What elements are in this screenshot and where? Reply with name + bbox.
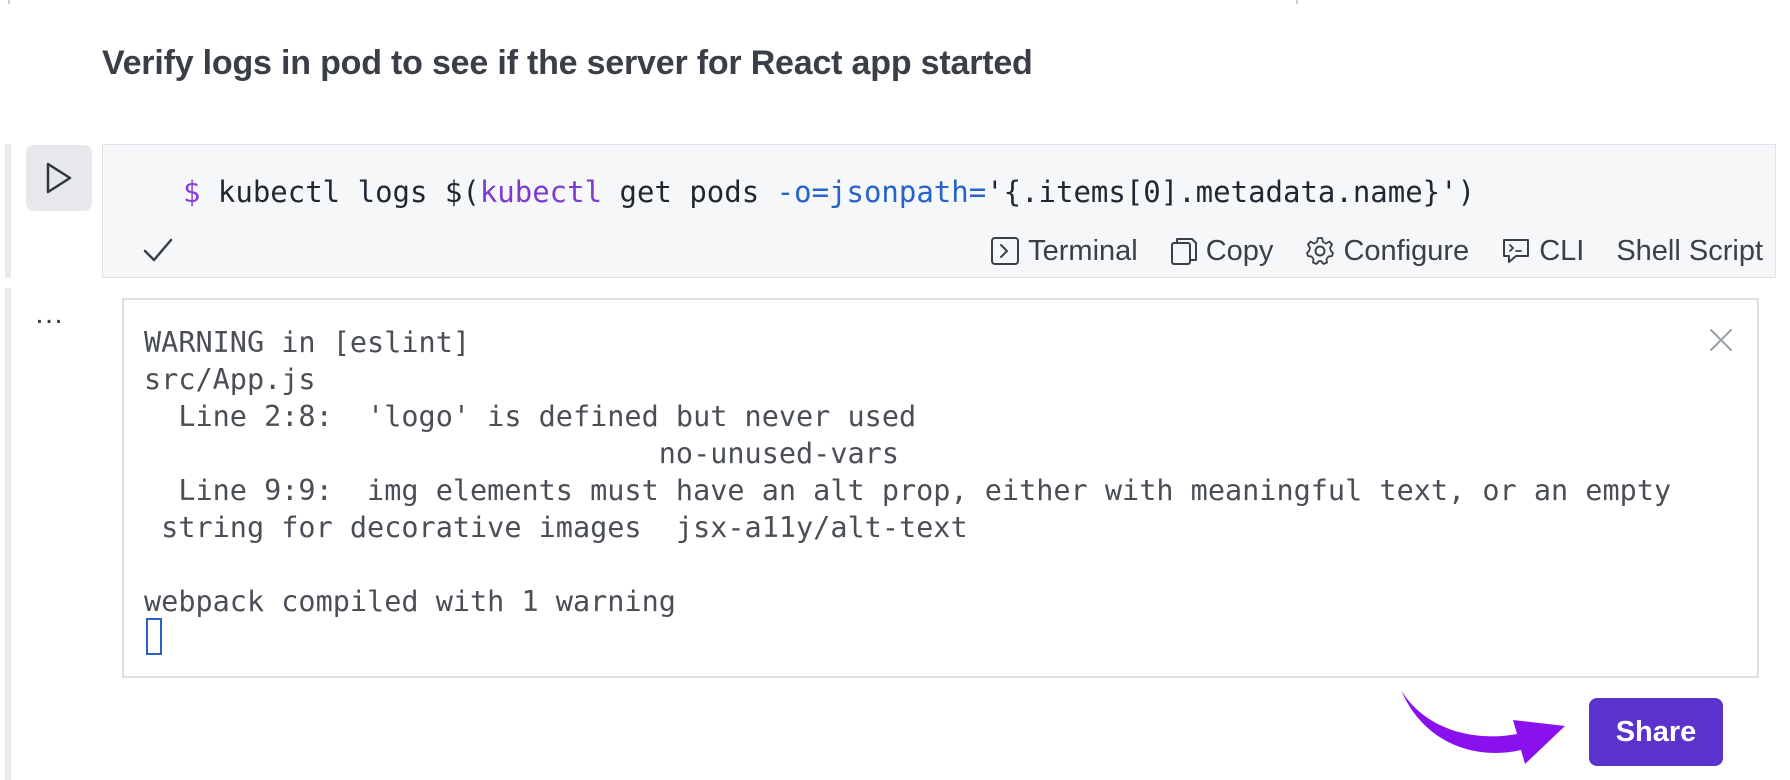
terminal-button[interactable]: Terminal — [990, 235, 1138, 268]
copy-label: Copy — [1205, 234, 1274, 267]
output-line: WARNING in [eslint] — [144, 326, 471, 359]
cli-label: CLI — [1539, 234, 1585, 267]
copy-icon — [1170, 238, 1197, 265]
cell-gutter — [5, 144, 11, 278]
cli-icon — [1503, 239, 1530, 263]
command-part: kubectl logs $( — [200, 175, 480, 209]
terminal-cursor — [146, 618, 162, 655]
terminal-icon — [991, 237, 1020, 265]
shell-script-button[interactable]: Shell Script — [1616, 235, 1763, 268]
command-subshell: kubectl — [479, 175, 603, 209]
share-button[interactable]: Share — [1589, 698, 1723, 766]
arrow-pointer — [1401, 690, 1565, 764]
close-icon[interactable] — [1707, 326, 1735, 354]
code-cell[interactable]: $ kubectl logs $(kubectl get pods -o=jso… — [102, 144, 1776, 278]
top-divider — [0, 0, 1790, 6]
shell-script-label: Shell Script — [1616, 234, 1763, 267]
more-icon[interactable]: … — [34, 299, 65, 329]
terminal-label: Terminal — [1028, 234, 1138, 267]
copy-button[interactable]: Copy — [1170, 234, 1274, 268]
check-icon — [143, 238, 173, 262]
command-part: get pods — [602, 175, 777, 209]
command-flag: -o=jsonpath= — [776, 175, 987, 209]
code-command[interactable]: $ kubectl logs $(kubectl get pods -o=jso… — [183, 175, 1475, 209]
configure-label: Configure — [1343, 234, 1470, 267]
output-line: string for decorative images jsx-a11y/al… — [144, 511, 968, 544]
run-button[interactable] — [26, 145, 92, 211]
configure-button[interactable]: Configure — [1305, 235, 1469, 268]
step-title: Verify logs in pod to see if the server … — [102, 44, 1033, 82]
output-line: Line 2:8: 'logo' is defined but never us… — [144, 400, 917, 433]
output-gutter — [5, 288, 11, 780]
output-line: webpack compiled with 1 warning — [144, 585, 676, 618]
code-toolbar: Terminal Copy Configure CLI Shell Script — [990, 233, 1763, 269]
command-part: '{.items[0].metadata.name}') — [986, 175, 1476, 209]
output-line: Line 9:9: img elements must have an alt … — [144, 474, 1672, 507]
output-line: no-unused-vars — [144, 437, 899, 470]
output-panel: WARNING in [eslint] src/App.js Line 2:8: … — [122, 298, 1759, 678]
shell-prompt: $ — [183, 175, 201, 209]
cli-button[interactable]: CLI — [1501, 235, 1584, 268]
output-log: WARNING in [eslint] src/App.js Line 2:8: … — [144, 324, 1671, 620]
play-icon — [46, 162, 72, 194]
gear-icon — [1306, 237, 1335, 265]
output-line: src/App.js — [144, 363, 316, 396]
